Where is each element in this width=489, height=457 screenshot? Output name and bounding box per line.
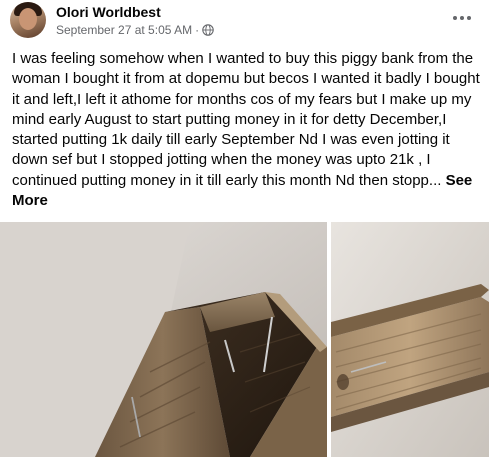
post-text: I was feeling somehow when I wanted to b… <box>12 50 480 189</box>
more-horizontal-icon-dot <box>460 16 464 20</box>
avatar-face <box>19 8 37 30</box>
post-meta: September 27 at 5:05 AM · <box>56 23 214 37</box>
more-horizontal-icon-dot <box>467 16 471 20</box>
more-horizontal-icon <box>453 16 457 20</box>
avatar[interactable] <box>10 2 46 38</box>
photo-wooden-box-side[interactable] <box>331 222 489 457</box>
wooden-box-open-image <box>0 222 327 457</box>
post-body: I was feeling somehow when I wanted to b… <box>12 49 480 211</box>
author-name[interactable]: Olori Worldbest <box>56 4 161 20</box>
post-timestamp[interactable]: September 27 at 5:05 AM <box>56 23 192 37</box>
globe-icon[interactable] <box>202 24 214 36</box>
photo-wooden-box-open[interactable] <box>0 222 327 457</box>
meta-separator: · <box>195 23 200 37</box>
more-options-button[interactable] <box>448 6 476 30</box>
wooden-box-side-image <box>331 222 489 457</box>
post-header: Olori Worldbest September 27 at 5:05 AM … <box>10 0 480 42</box>
